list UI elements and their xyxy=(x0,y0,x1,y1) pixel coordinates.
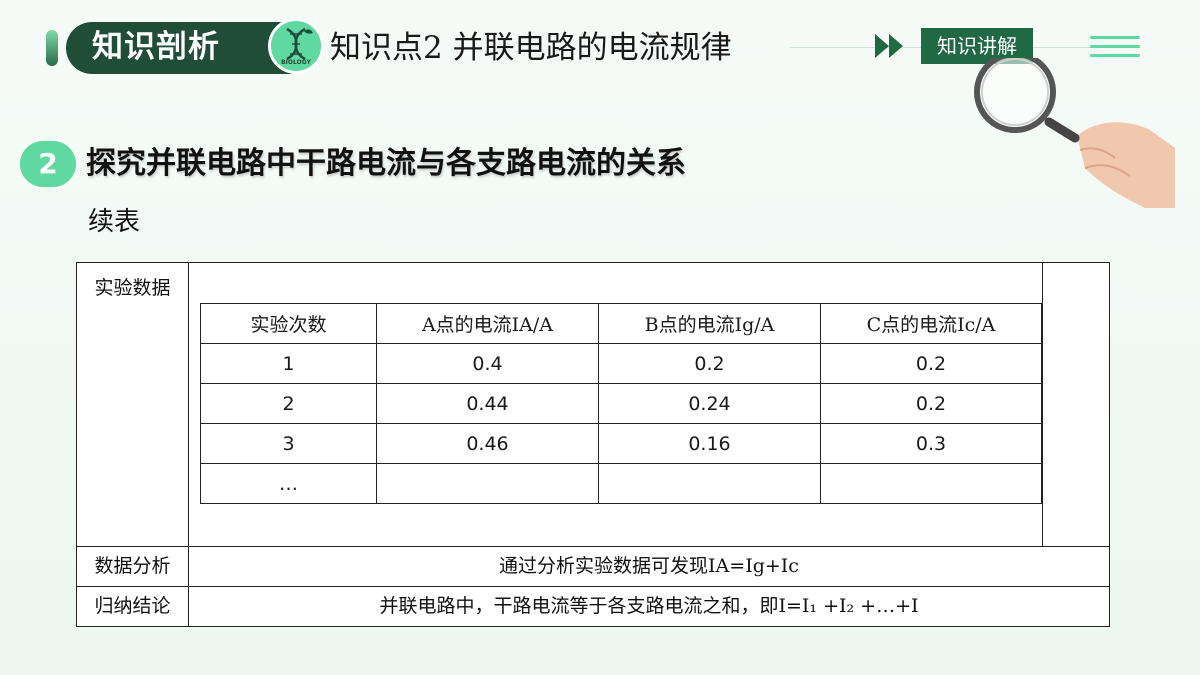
continued-table-label: 续表 xyxy=(88,207,141,237)
table-row: 3 0.46 0.16 0.3 xyxy=(200,423,1042,464)
table-header-row: 实验次数 A点的电流IA/A B点的电流Ig/A C点的电流Ic/A xyxy=(200,303,1042,344)
section-number-badge: 2 xyxy=(20,141,76,187)
conclusion-text: 并联电路中，干路电流等于各支路电流之和，即I=I₁ +I₂ +…+I xyxy=(379,595,919,617)
column-header: A点的电流IA/A xyxy=(376,303,599,344)
table-row: 2 0.44 0.24 0.2 xyxy=(200,383,1042,424)
table-cell: 0.46 xyxy=(376,423,599,464)
table-cell: 0.24 xyxy=(598,383,821,424)
column-header: 实验次数 xyxy=(200,303,377,344)
table-cell: 2 xyxy=(200,383,377,424)
column-header: B点的电流Ig/A xyxy=(598,303,821,344)
table-cell: 1 xyxy=(200,343,377,384)
table-cell xyxy=(820,463,1042,504)
table-cell: 0.3 xyxy=(820,423,1042,464)
header-accent-bar xyxy=(46,30,58,66)
conclusion-label: 归纳结论 xyxy=(94,595,171,617)
header-badge-label: 知识剖析 xyxy=(92,29,220,65)
table-cell: 0.4 xyxy=(376,343,599,384)
table-cell: 3 xyxy=(200,423,377,464)
experiment-data-label: 实验数据 xyxy=(94,277,171,299)
column-header: C点的电流Ic/A xyxy=(820,303,1042,344)
data-analysis-text: 通过分析实验数据可发现IA=Ig+Ic xyxy=(499,555,799,577)
table-cell: 0.44 xyxy=(376,383,599,424)
double-chevron-icon xyxy=(875,34,903,58)
table-row: 1 0.4 0.2 0.2 xyxy=(200,343,1042,384)
biology-logo: BIOLOGY xyxy=(268,18,324,74)
table-divider xyxy=(1042,263,1043,546)
table-cell xyxy=(376,463,599,504)
logo-text: BIOLOGY xyxy=(281,59,311,66)
table-cell: 0.2 xyxy=(820,343,1042,384)
table-row: … xyxy=(200,463,1042,504)
data-table: 实验次数 A点的电流IA/A B点的电流Ig/A C点的电流Ic/A 1 0.4… xyxy=(200,303,1042,504)
page-title: 知识点2 并联电路的电流规律 xyxy=(330,30,732,66)
data-analysis-label: 数据分析 xyxy=(94,555,171,577)
table-cell: … xyxy=(200,463,377,504)
table-cell: 0.2 xyxy=(598,343,821,384)
table-cell xyxy=(598,463,821,504)
experiment-table: 实验数据 实验次数 A点的电流IA/A B点的电流Ig/A C点的电流Ic/A … xyxy=(76,262,1110,627)
section-title: 探究并联电路中干路电流与各支路电流的关系 xyxy=(86,146,686,181)
magnifier-icon xyxy=(974,58,1175,208)
table-cell: 0.16 xyxy=(598,423,821,464)
table-cell: 0.2 xyxy=(820,383,1042,424)
